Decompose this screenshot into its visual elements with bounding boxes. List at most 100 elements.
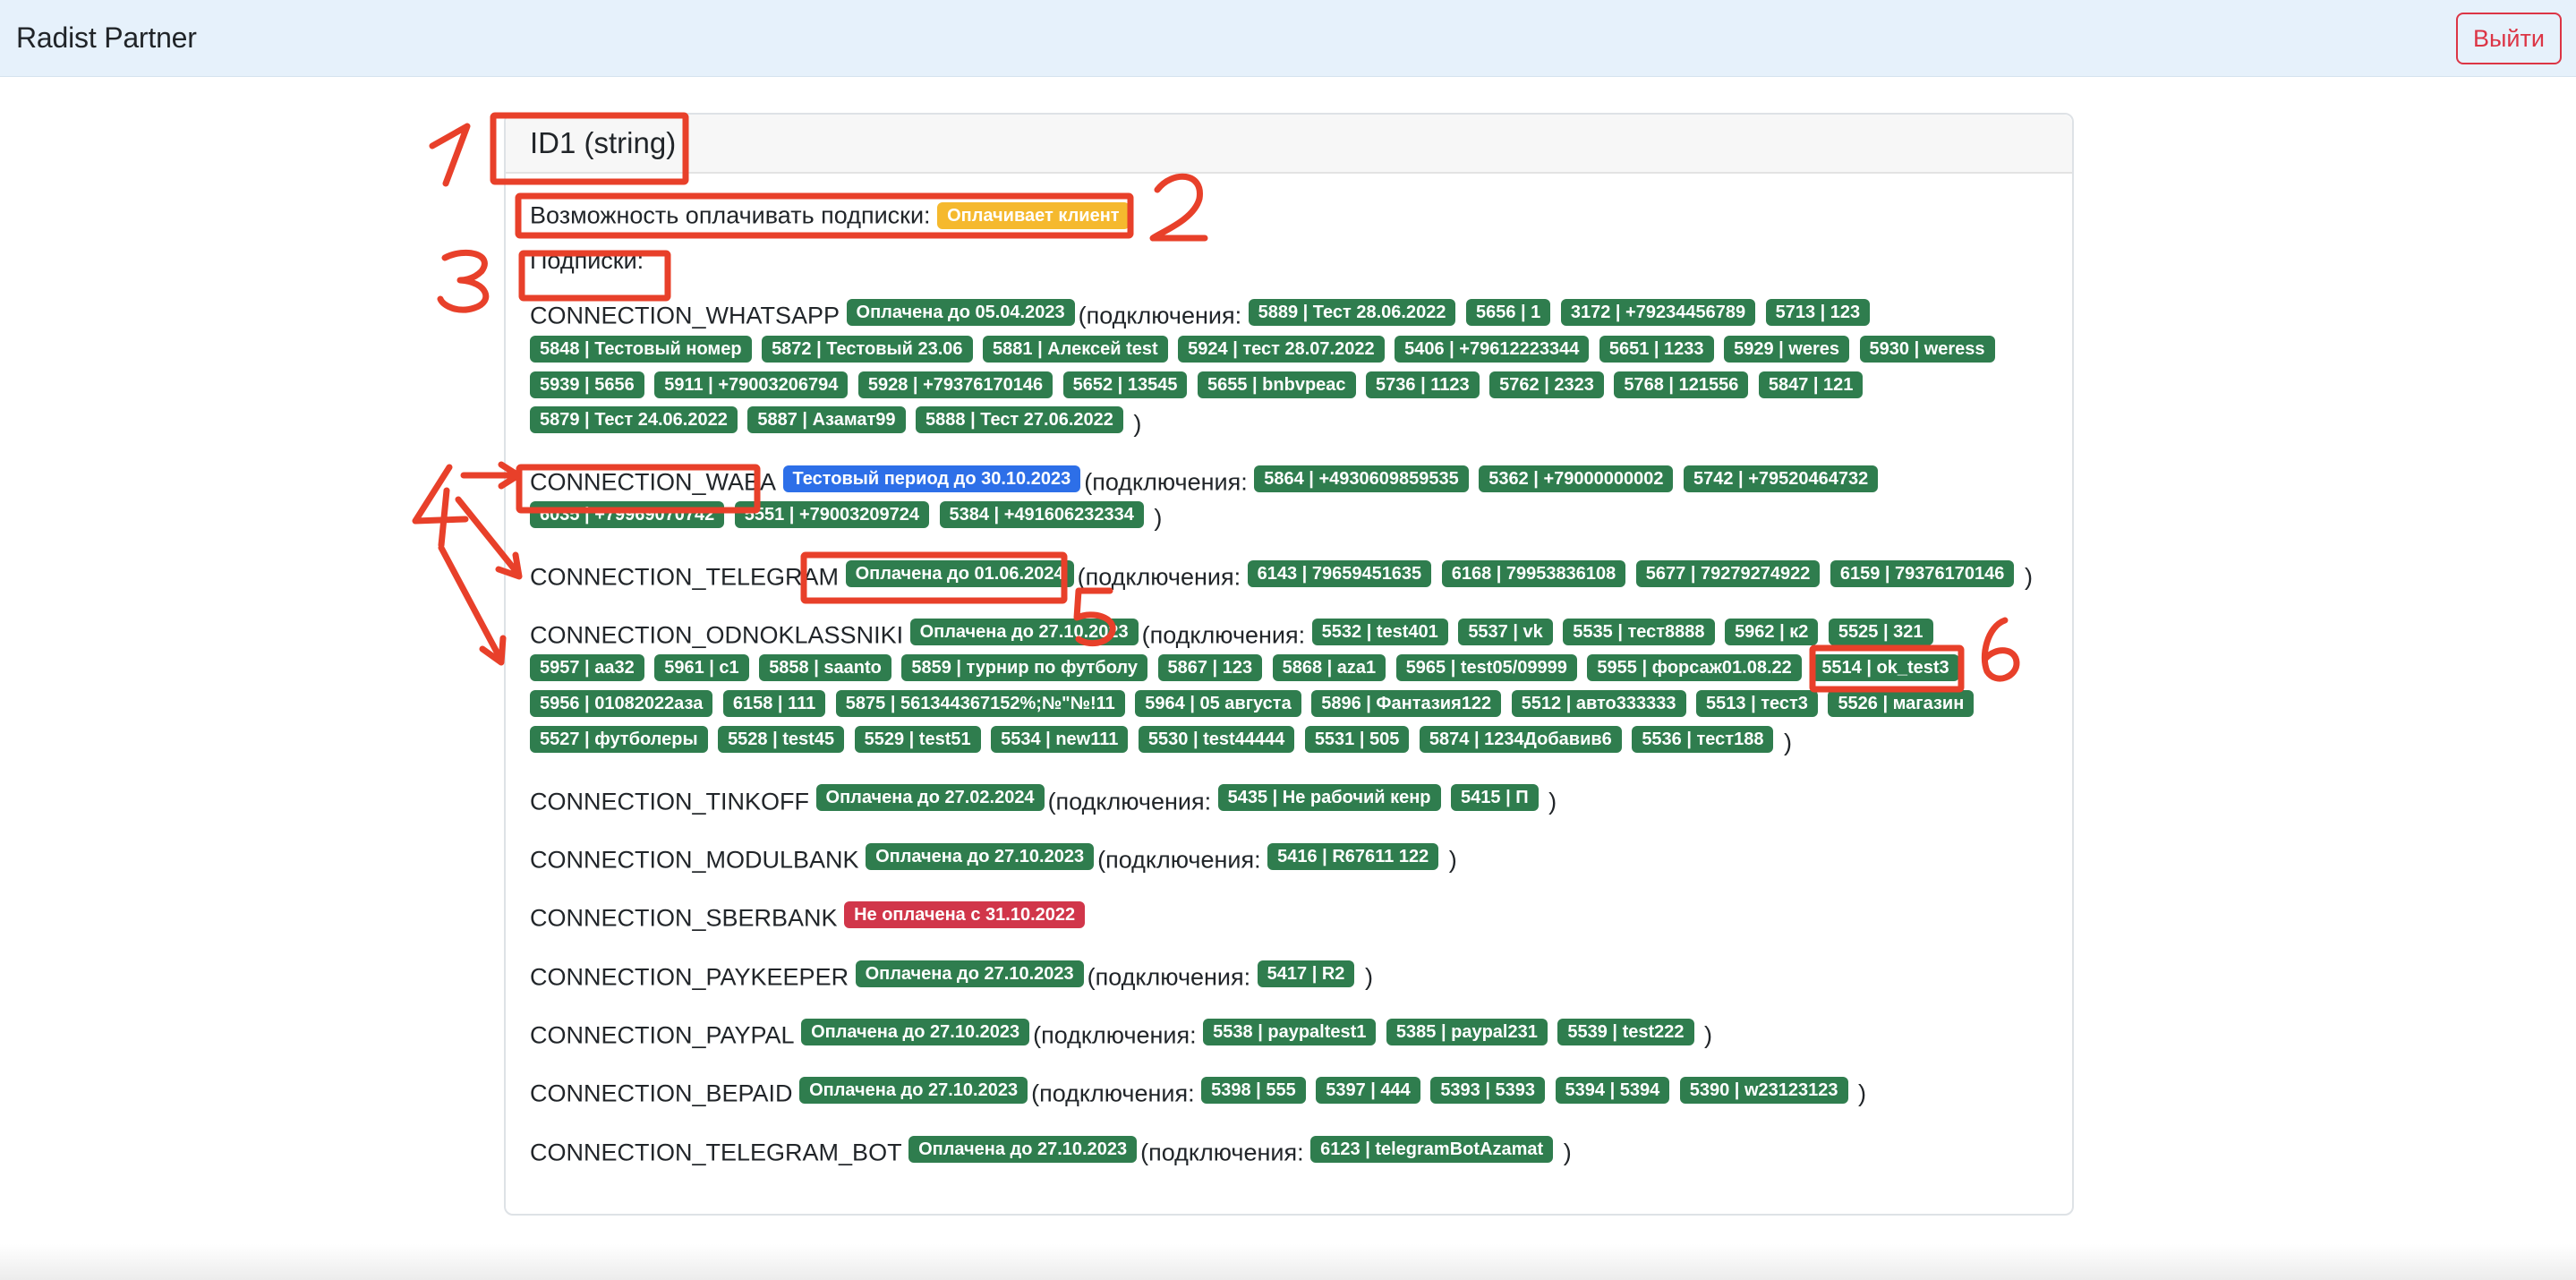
annotation-digit-1	[429, 123, 471, 187]
subscription-row: CONNECTION_MODULBANK Оплачена до 27.10.2…	[530, 841, 2054, 877]
connection-badge: 5868 | aza1	[1272, 654, 1386, 682]
card-body: Возможность оплачивать подписки: Оплачив…	[530, 197, 2054, 1192]
connection-badge: 5930 | weress	[1859, 335, 1995, 363]
connection-badge: 5512 | авто333333	[1511, 690, 1686, 718]
connection-badge: 5924 | тест 28.07.2022	[1178, 335, 1385, 363]
annotation-arrow-odnoklassniki	[438, 544, 507, 666]
connections-close-label: )	[1783, 729, 1792, 756]
subscription-status-badge: Тестовый период до 30.10.2023	[782, 465, 1081, 492]
connection-badge: 5652 | 13545	[1062, 371, 1188, 398]
connection-badge: 6035 | +79969070742	[530, 501, 725, 529]
connection-badge: 5538 | paypaltest1	[1203, 1018, 1377, 1045]
connections-close-label: )	[1858, 1079, 1867, 1107]
connections-open-label: (подключения:	[1031, 1079, 1195, 1107]
subscription-name: CONNECTION_SBERBANK	[530, 904, 838, 932]
connection-badge: 5872 | Тестовый 23.06	[762, 335, 973, 363]
connections-open-label: (подключения:	[1084, 468, 1248, 496]
connections-open-label: (подключения:	[1087, 963, 1251, 990]
connections-close-label: )	[2024, 563, 2033, 590]
connection-badge: 5762 | 2323	[1489, 371, 1604, 398]
connection-badge: 5406 | +79612223344	[1395, 335, 1590, 363]
connection-badge: 5964 | 05 августа	[1135, 690, 1301, 718]
connection-badge: 5736 | 1123	[1366, 371, 1480, 398]
top-navbar: Radist Partner Выйти	[0, 0, 2576, 77]
subscription-status-badge: Оплачена до 27.10.2023	[909, 618, 1139, 645]
connections-close-label: )	[1563, 1139, 1572, 1166]
subscription-row: CONNECTION_TINKOFF Оплачена до 27.02.202…	[530, 783, 2054, 819]
partner-card: ID1 (string) Возможность оплачивать подп…	[504, 113, 2074, 1216]
subscription-status-badge: Оплачена до 27.10.2023	[801, 1018, 1030, 1045]
connection-badge: 5551 | +79003209724	[734, 501, 929, 529]
connection-badge: 5651 | 1233	[1599, 335, 1714, 363]
subscription-name: CONNECTION_TINKOFF	[530, 787, 810, 815]
subscription-name: CONNECTION_MODULBANK	[530, 846, 859, 874]
connection-badge: 5394 | 5394	[1555, 1077, 1670, 1105]
connection-badge: 5875 | 561344367152%;№"№!11	[835, 690, 1125, 718]
connection-badge: 5881 | Алексей test	[983, 335, 1168, 363]
connection-badge: 5525 | 321	[1828, 618, 1933, 645]
subscription-name: CONNECTION_TELEGRAM	[530, 563, 840, 590]
connection-badge: 5928 | +79376170146	[857, 371, 1053, 398]
connection-badge: 5961 | c1	[654, 654, 749, 682]
subscription-status-badge: Оплачена до 27.10.2023	[866, 842, 1095, 870]
connection-badge: 5957 | aa32	[530, 654, 644, 682]
connections-open-label: (подключения:	[1078, 302, 1242, 329]
connection-badge: 5527 | футболеры	[530, 726, 708, 753]
connection-badge: 5955 | форсаж01.08.22	[1587, 654, 1802, 682]
connection-badge: 5879 | Тест 24.06.2022	[530, 406, 738, 434]
connection-badge: 5416 | R67611 122	[1267, 842, 1439, 870]
connection-badge: 5390 | w23123123	[1679, 1077, 1848, 1105]
subscription-row: CONNECTION_TELEGRAM_BOT Оплачена до 27.1…	[530, 1134, 2054, 1170]
subscription-name: CONNECTION_PAYKEEPER	[530, 963, 849, 990]
subscription-name: CONNECTION_BEPAID	[530, 1079, 793, 1107]
subscription-status-badge: Оплачена до 27.10.2023	[855, 960, 1084, 987]
connection-badge: 5965 | test05/09999	[1395, 654, 1577, 682]
connection-badge: 5526 | магазин	[1828, 690, 1975, 718]
connection-badge: 5858 | saanto	[759, 654, 891, 682]
annotation-digit-4	[412, 464, 469, 549]
subscription-status-badge: Оплачена до 05.04.2023	[846, 299, 1075, 327]
payment-ability-label: Возможность оплачивать подписки:	[530, 201, 931, 229]
connection-badge: 6158 | 111	[722, 690, 826, 718]
connection-badge: 5435 | Не рабочий кенр	[1217, 784, 1441, 812]
connection-badge: 5929 | weres	[1724, 335, 1849, 363]
connection-badge: 5713 | 123	[1765, 299, 1871, 327]
subscription-status-badge: Не оплачена с 31.10.2022	[844, 901, 1086, 929]
connection-badge: 5889 | Тест 28.06.2022	[1248, 299, 1456, 327]
subscription-name: CONNECTION_ODNOKLASSNIKI	[530, 621, 904, 649]
connections-open-label: (подключения:	[1097, 846, 1261, 874]
connection-badge: 3172 | +79234456789	[1560, 299, 1756, 327]
subscription-row: CONNECTION_PAYKEEPER Оплачена до 27.10.2…	[530, 959, 2054, 994]
connection-badge: 5539 | test222	[1557, 1018, 1694, 1045]
connection-badge: 5393 | 5393	[1430, 1077, 1546, 1105]
connection-badge: 5962 | к2	[1725, 618, 1819, 645]
connections-close-label: )	[1448, 846, 1457, 874]
connections-open-label: (подключения:	[1033, 1021, 1197, 1049]
connection-badge: 5415 | П	[1451, 784, 1539, 812]
connection-badge: 5677 | 79279274922	[1635, 559, 1821, 587]
connection-badge: 5656 | 1	[1465, 299, 1551, 327]
connection-badge: 5847 | 121	[1758, 371, 1864, 398]
connection-badge: 5529 | test51	[854, 726, 981, 753]
connection-badge: 5397 | 444	[1316, 1077, 1420, 1105]
payment-badge: Оплачивает клиент	[937, 201, 1130, 229]
logout-button[interactable]: Выйти	[2456, 13, 2562, 64]
brand-title: Radist Partner	[16, 21, 197, 54]
connection-badge: 5531 | 505	[1304, 726, 1410, 753]
subscription-row: CONNECTION_WABA Тестовый период до 30.10…	[530, 464, 2054, 536]
card-header: ID1 (string)	[506, 115, 2072, 174]
connection-badge: 5536 | тест188	[1632, 726, 1774, 753]
subscription-name: CONNECTION_PAYPAL	[530, 1021, 795, 1049]
connections-close-label: )	[1364, 963, 1373, 990]
connection-badge: 5385 | paypal231	[1386, 1018, 1548, 1045]
connection-badge: 5513 | тест3	[1696, 690, 1818, 718]
connection-badge: 6143 | 79659451635	[1247, 559, 1432, 587]
connection-badge: 5911 | +79003206794	[654, 371, 849, 398]
connection-badge: 5867 | 123	[1157, 654, 1263, 682]
subscription-status-badge: Оплачена до 01.06.2024	[845, 559, 1074, 587]
subscription-status-badge: Оплачена до 27.02.2024	[815, 784, 1045, 812]
connection-badge: 5528 | test45	[718, 726, 845, 753]
subscriptions-list: CONNECTION_WHATSAPP Оплачена до 05.04.20…	[530, 297, 2054, 1170]
connection-badge: 5417 | R2	[1257, 960, 1355, 987]
connection-badge: 5384 | +491606232334	[939, 501, 1144, 529]
